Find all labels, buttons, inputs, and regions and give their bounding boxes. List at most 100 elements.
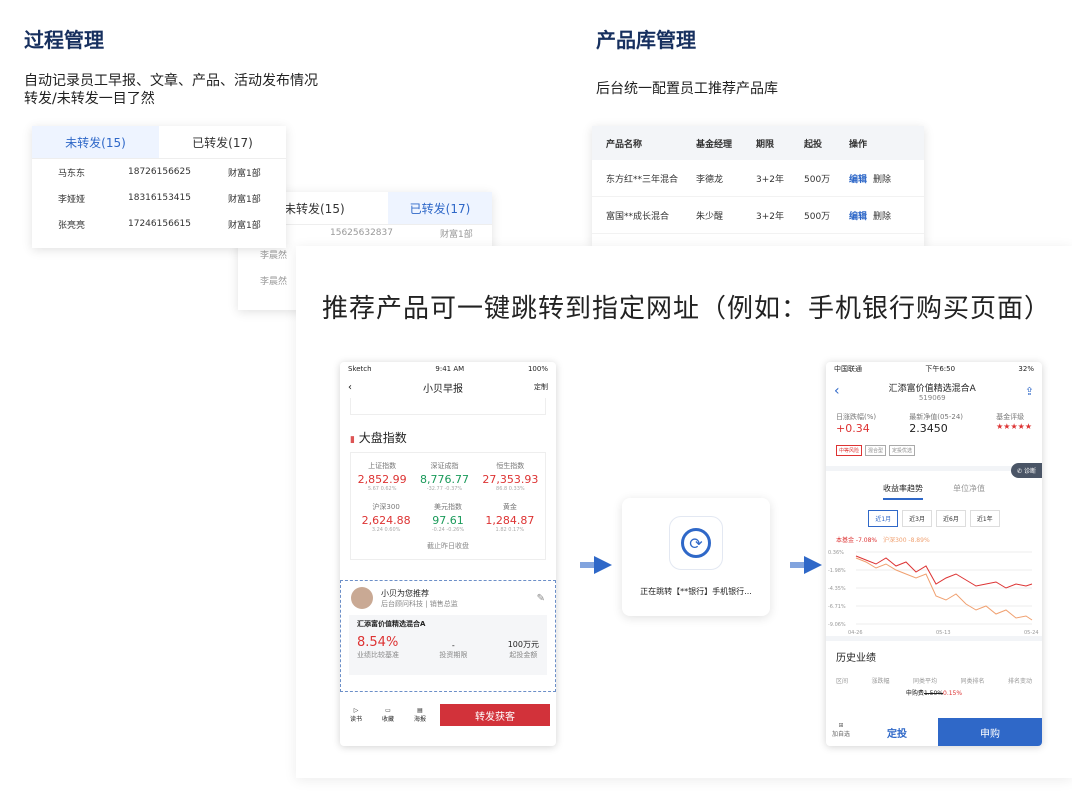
back-icon[interactable]: ‹ — [348, 382, 352, 393]
range-1[interactable]: 近1月 — [868, 510, 899, 527]
clock: 9:41 AM — [435, 365, 465, 373]
fee-line: 申购费1.50%0.15% — [836, 688, 1032, 697]
tab-unit-nav[interactable]: 单位净值 — [953, 483, 985, 500]
index-cell[interactable]: 沪深300 2,624.88 3.24 0.60% — [362, 502, 411, 533]
edit-link[interactable]: 编辑 — [849, 212, 867, 222]
not-forwarded-card-tabs: 未转发(15) 已转发(17) — [32, 126, 286, 159]
index-value: 27,353.93 — [482, 473, 539, 486]
y-tick: -9.06% — [828, 622, 846, 628]
product-title: 产品库管理 — [596, 28, 696, 52]
product-term: 3+2年 — [756, 211, 784, 222]
name-cell: 李晨然 — [260, 250, 288, 261]
product-min: 500万 — [804, 211, 831, 222]
name-cell: 李娅娅 — [58, 194, 86, 205]
name-cell: 马东东 — [58, 168, 86, 179]
rating-stars: ★★★★★ — [996, 422, 1032, 431]
poster-button[interactable]: ▤ 海报 — [404, 707, 436, 723]
read-button[interactable]: ▷ 读书 — [340, 707, 372, 723]
fund-name: 汇添富价值精选混合A — [357, 620, 426, 628]
index-name: 沪深300 — [372, 503, 400, 511]
edit-icon[interactable]: ✎ — [537, 593, 545, 604]
name-cell: 张亮亮 — [58, 220, 86, 231]
range-4[interactable]: 近1年 — [969, 510, 1000, 527]
phone-cell: 18316153415 — [128, 193, 191, 203]
tab-forwarded[interactable]: 已转发(17) — [159, 126, 286, 158]
x-tick: 04-26 — [848, 630, 863, 636]
y-tick: -6.71% — [828, 604, 846, 610]
rec-title: 小贝为您推荐 — [381, 588, 429, 598]
buy-button[interactable]: 申购 — [938, 718, 1042, 746]
tab-not-forwarded[interactable]: 未转发(15) — [32, 126, 159, 158]
edit-link[interactable]: 编辑 — [849, 175, 867, 185]
kpi-change-value: +0.34 — [836, 422, 870, 435]
process-desc-line2: 转发/未转发一目了然 — [24, 91, 155, 107]
poster-label: 海报 — [413, 716, 426, 723]
stat-rate-label: 业绩比较基准 — [357, 651, 399, 659]
header-manager: 基金经理 — [696, 139, 733, 150]
process-desc-line1: 自动记录员工早报、文章、产品、活动发布情况 — [24, 73, 318, 89]
range-2[interactable]: 近3月 — [902, 510, 932, 527]
bookmark-button[interactable]: ▭ 收藏 — [372, 707, 404, 723]
diagnose-button[interactable]: ✆ 诊断 — [1011, 463, 1042, 478]
customize-link[interactable]: 定制 — [534, 382, 548, 392]
index-change: 3.24 0.60% — [371, 527, 401, 533]
index-change: -0.24 -0.26% — [431, 527, 465, 533]
tab-forwarded[interactable]: 已转发(17) — [388, 192, 492, 224]
range-3[interactable]: 近6月 — [936, 510, 966, 527]
process-title: 过程管理 — [24, 28, 104, 52]
redirect-card: ⟳ 正在跳转【**银行】手机银行... — [622, 498, 770, 616]
index-name: 上证指数 — [368, 462, 397, 470]
y-tick: 0.36% — [828, 550, 844, 556]
carrier-label: Sketch — [348, 365, 372, 373]
dept-cell: 财富1部 — [228, 220, 261, 231]
index-value: 2,624.88 — [361, 514, 411, 527]
index-change: -32.77 -0.37% — [426, 486, 463, 492]
index-name: 黄金 — [502, 503, 517, 511]
index-cell[interactable]: 深证成指 8,776.77 -32.77 -0.37% — [420, 461, 469, 492]
delete-link[interactable]: 删除 — [873, 175, 891, 185]
header-name: 产品名称 — [606, 139, 643, 150]
redirect-text: 正在跳转【**银行】手机银行... — [640, 587, 752, 596]
add-favorite-button[interactable]: ⊞ 加自选 — [826, 718, 856, 746]
index-cell[interactable]: 恒生指数 27,353.93 86.8 0.33% — [482, 461, 538, 492]
dept-cell: 财富1部 — [228, 168, 261, 179]
play-icon: ▷ — [353, 707, 359, 714]
share-icon[interactable]: ⇪ — [1025, 385, 1034, 398]
x-tick: 05-24 — [1024, 630, 1039, 636]
index-cell[interactable]: 黄金 1,284.87 1.82 0.17% — [485, 502, 534, 533]
index-name: 深证成指 — [430, 462, 459, 470]
section-label: 大盘指数 — [358, 431, 407, 445]
index-change: 5.67 0.62% — [367, 486, 397, 492]
recommendation-block[interactable]: 小贝为您推荐 后台顾问科技 | 销售总监 ✎ 汇添富价值精选混合A 8.54% 业… — [340, 580, 556, 692]
bookmark-icon: ▭ — [385, 707, 391, 714]
fund-title: 汇添富价值精选混合A — [888, 383, 976, 394]
delete-link[interactable]: 删除 — [873, 212, 891, 222]
index-cell[interactable]: 上证指数 2,852.99 5.67 0.62% — [358, 461, 407, 492]
index-cell[interactable]: 美元指数 97.61 -0.24 -0.26% — [432, 502, 464, 533]
history-col: 同类平均 — [912, 678, 937, 685]
stat-rate: 8.54% — [357, 635, 399, 650]
arrow-right-icon — [580, 556, 612, 574]
refresh-icon: ⟳ — [681, 528, 711, 558]
index-value: 2,852.99 — [357, 473, 407, 486]
fee-old: 1.50% — [923, 690, 943, 697]
index-grid: 上证指数 2,852.99 5.67 0.62% 深证成指 8,776.77 -32.77… — [350, 452, 546, 560]
plus-box-icon: ⊞ — [838, 722, 844, 729]
tab-yield-trend[interactable]: 收益率趋势 — [883, 483, 923, 500]
product-manager: 朱少醒 — [696, 211, 724, 222]
clock: 下午6:50 — [925, 365, 956, 373]
index-value: 97.61 — [432, 514, 464, 527]
fund-tag: 中等风险 — [836, 445, 863, 456]
diagnose-label: 诊断 — [1023, 468, 1036, 475]
stat-term-label: 投资期限 — [439, 651, 468, 659]
dept-cell: 财富1部 — [228, 194, 261, 205]
table-header: 产品名称 基金经理 期限 起投 操作 — [592, 126, 924, 160]
headline: 推荐产品可一键跳转到指定网址（例如：手机银行购买页面） — [322, 294, 1052, 324]
forward-button[interactable]: 转发获客 — [440, 704, 550, 726]
fund-card[interactable]: 汇添富价值精选混合A 8.54% 业绩比较基准 - 投资期限 100万元 起投金额 — [349, 615, 547, 675]
fixed-invest-button[interactable]: 定投 — [856, 718, 938, 746]
section-title: ▮ 大盘指数 — [350, 429, 546, 446]
history-section: 历史业绩 区间 涨跌幅 同类平均 同类排名 排名变动 申购费1.50%0.15% — [826, 636, 1042, 697]
x-tick: 05-13 — [936, 630, 951, 636]
product-term: 3+2年 — [756, 174, 784, 185]
